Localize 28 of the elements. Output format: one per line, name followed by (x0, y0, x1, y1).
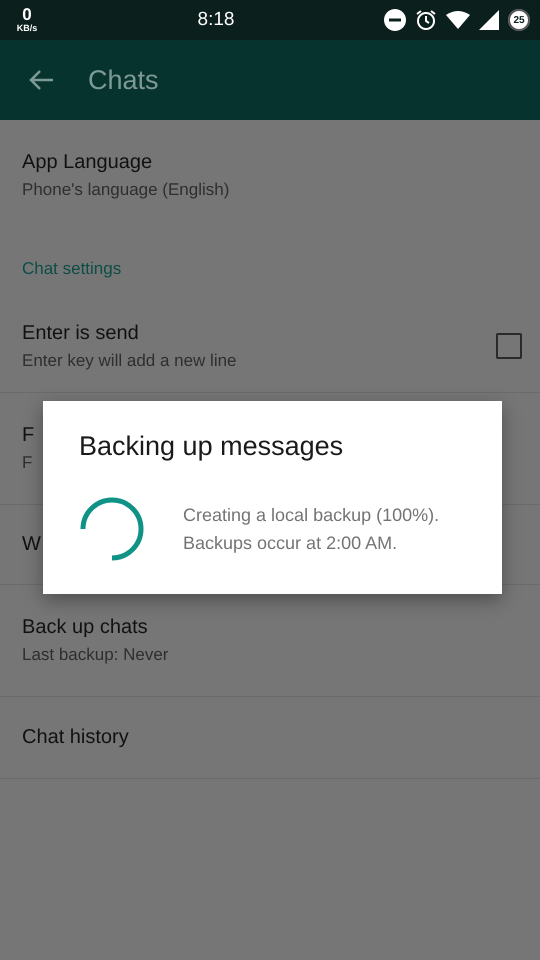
wifi-icon (446, 11, 470, 29)
settings-item[interactable]: App Language Phone's language (English) (0, 120, 540, 230)
setting-description: F (22, 453, 32, 473)
network-speed: 0 (22, 7, 32, 23)
settings-item[interactable]: Chat history (0, 697, 540, 779)
setting-description: Enter key will add a new line (22, 350, 237, 370)
battery-indicator: 25 (508, 9, 530, 31)
alarm-icon (415, 9, 437, 31)
clock: 8:18 (196, 9, 236, 31)
setting-title: W (22, 533, 41, 556)
setting-title: F (22, 424, 34, 447)
setting-title: Back up chats (22, 616, 148, 639)
back-arrow-icon[interactable] (28, 69, 54, 91)
section-header: Chat settings (22, 258, 122, 279)
screen-title: Chats (88, 64, 159, 96)
speed-unit: KB/s (16, 23, 38, 33)
setting-description: Phone's language (English) (22, 180, 230, 200)
loading-spinner-icon (79, 496, 145, 562)
do-not-disturb-icon (384, 9, 406, 31)
setting-title: App Language (22, 150, 152, 174)
dialog-title: Backing up messages (79, 431, 344, 462)
setting-title: Enter is send (22, 322, 139, 344)
settings-item[interactable]: Enter is send Enter key will add a new line (0, 300, 540, 393)
signal-icon (479, 10, 499, 30)
setting-title: Chat history (22, 726, 129, 749)
checkbox[interactable] (496, 333, 522, 359)
dialog-message: Creating a local backup (100%). Backups occur at 2:00 AM. (183, 504, 440, 555)
setting-description: Last backup: Never (22, 645, 168, 665)
